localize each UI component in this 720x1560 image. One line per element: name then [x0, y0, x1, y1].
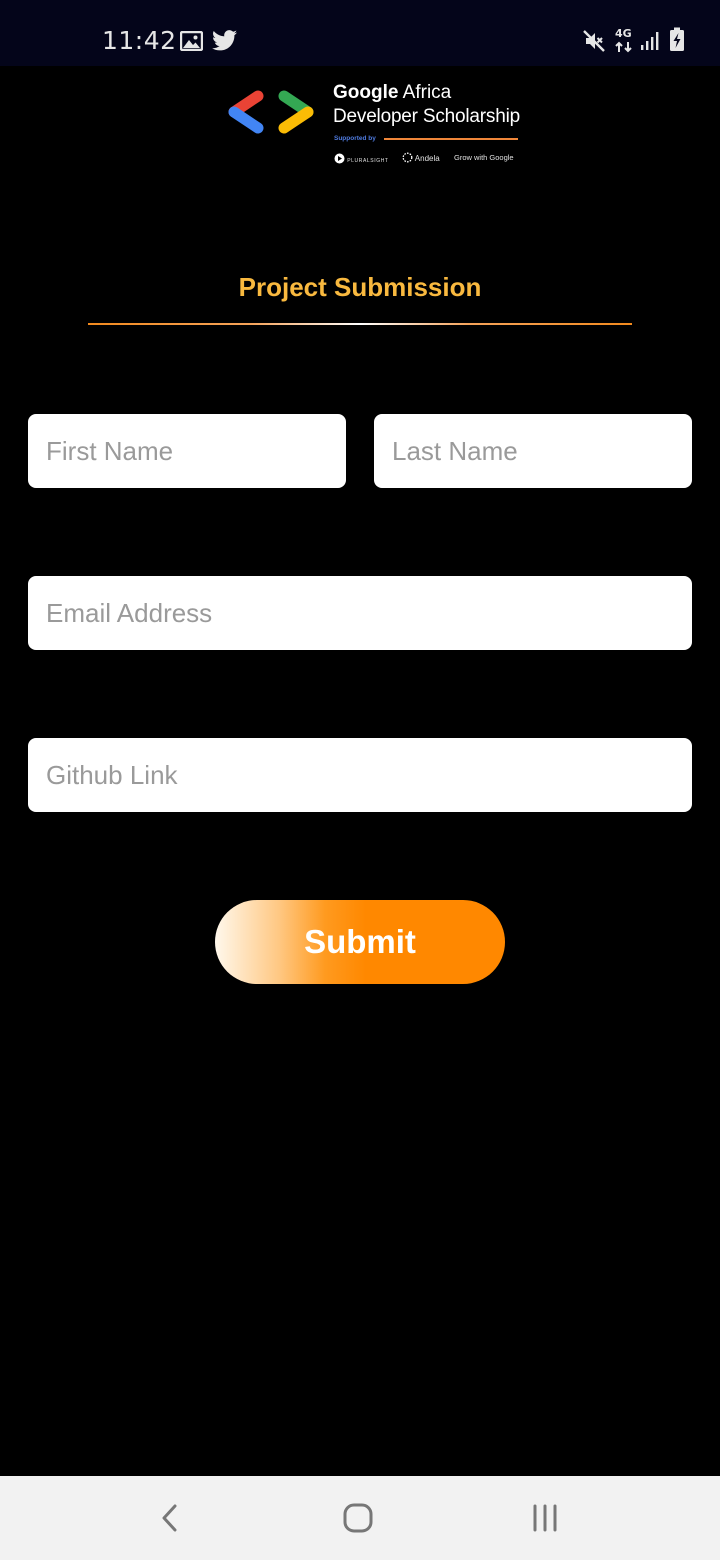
status-time: 11:42 — [102, 26, 177, 55]
data-arrows-icon — [615, 41, 632, 53]
brand-title: Google Africa — [333, 82, 451, 104]
home-icon — [343, 1503, 373, 1533]
signal-icon — [641, 32, 659, 50]
status-bar: 11:42 4G — [0, 0, 720, 66]
brand-title-rest: Africa — [398, 82, 452, 103]
back-button[interactable] — [130, 1476, 210, 1560]
mute-icon — [583, 30, 605, 52]
andela-icon — [402, 152, 413, 163]
email-input[interactable] — [28, 576, 692, 650]
pluralsight-logo: PLURALSIGHT — [334, 153, 389, 164]
recents-button[interactable] — [505, 1476, 585, 1560]
partner-pluralsight: PLURALSIGHT — [347, 158, 389, 164]
last-name-input[interactable] — [374, 414, 692, 488]
brand-divider — [384, 138, 518, 140]
supported-by-label: Supported by — [334, 135, 376, 142]
twitter-icon — [212, 30, 237, 51]
recents-icon — [533, 1504, 557, 1532]
first-name-input[interactable] — [28, 414, 346, 488]
title-divider — [88, 323, 632, 325]
back-icon — [162, 1504, 177, 1532]
github-link-input[interactable] — [28, 738, 692, 812]
navigation-bar — [0, 1476, 720, 1560]
brand-title-bold: Google — [333, 82, 399, 103]
code-brackets-logo-icon — [228, 90, 314, 134]
page-title: Project Submission — [238, 272, 482, 302]
andela-logo: Andela — [402, 152, 440, 163]
battery-charging-icon — [670, 27, 684, 51]
partner-andela: Andela — [414, 154, 440, 163]
network-type-label: 4G — [615, 27, 632, 40]
brand-subtitle: Developer Scholarship — [333, 106, 520, 127]
gads-logo: Google Africa Developer Scholarship Supp… — [224, 82, 524, 172]
home-button[interactable] — [318, 1476, 398, 1560]
partner-grow-with-google: Grow with Google — [454, 153, 514, 162]
pluralsight-icon — [334, 153, 345, 164]
submit-button[interactable]: Submit — [215, 900, 505, 984]
image-icon — [180, 31, 203, 51]
